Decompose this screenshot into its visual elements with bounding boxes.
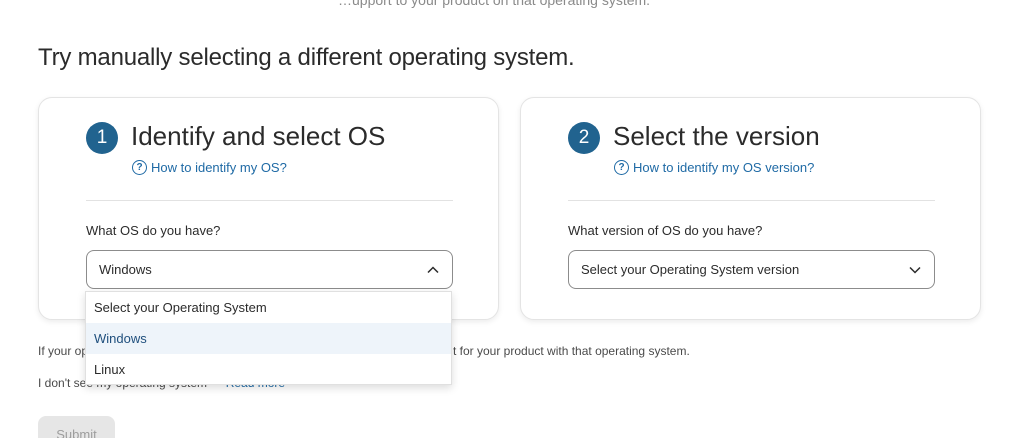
identify-os-card: 1 Identify and select OS ? How to identi… <box>38 97 499 320</box>
os-select[interactable]: Windows <box>86 250 453 289</box>
identify-version-help-label: How to identify my OS version? <box>633 160 815 175</box>
os-field-label: What OS do you have? <box>86 223 221 238</box>
submit-button[interactable]: Submit <box>38 416 115 438</box>
step-1-badge: 1 <box>86 122 118 154</box>
top-fragment-text: …upport to your product on that operatin… <box>338 0 651 8</box>
divider <box>86 200 453 201</box>
identify-os-help-label: How to identify my OS? <box>151 160 287 175</box>
info-text-start: If your op <box>38 344 89 358</box>
os-option-placeholder[interactable]: Select your Operating System <box>86 292 451 323</box>
step-2-badge: 2 <box>568 122 600 154</box>
os-dropdown-list: Select your Operating System Windows Lin… <box>85 291 452 385</box>
os-select-value: Windows <box>99 262 152 277</box>
info-text-end: t for your product with that operating s… <box>453 344 690 358</box>
chevron-down-icon <box>908 263 922 277</box>
version-field-label: What version of OS do you have? <box>568 223 763 238</box>
identify-os-help-link[interactable]: ? How to identify my OS? <box>132 160 287 175</box>
select-version-card: 2 Select the version ? How to identify m… <box>520 97 981 320</box>
question-circle-icon: ? <box>614 160 629 175</box>
page-heading: Try manually selecting a different opera… <box>38 44 575 71</box>
version-select[interactable]: Select your Operating System version <box>568 250 935 289</box>
chevron-up-icon <box>426 263 440 277</box>
os-option-windows[interactable]: Windows <box>86 323 451 354</box>
question-circle-icon: ? <box>132 160 147 175</box>
identify-version-help-link[interactable]: ? How to identify my OS version? <box>614 160 814 175</box>
step-1-title: Identify and select OS <box>131 121 386 151</box>
step-2-title: Select the version <box>613 121 820 151</box>
version-select-placeholder: Select your Operating System version <box>581 262 800 277</box>
os-option-linux[interactable]: Linux <box>86 354 451 385</box>
divider <box>568 200 935 201</box>
